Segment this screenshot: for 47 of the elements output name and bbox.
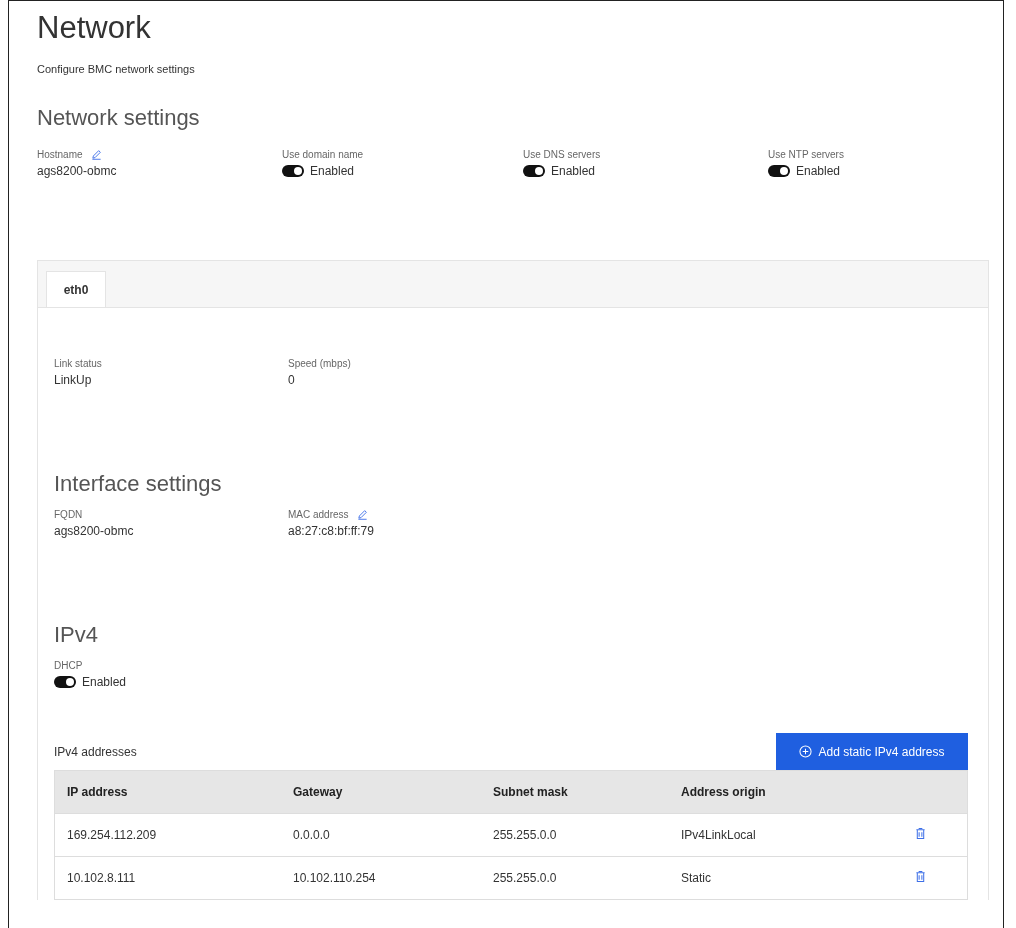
add-address-button[interactable]: Add static IPv4 address bbox=[776, 733, 968, 770]
table-cell: Static bbox=[669, 856, 903, 900]
section-heading: IPv4 bbox=[54, 622, 100, 648]
toggle-switch[interactable] bbox=[54, 676, 76, 688]
plus-circle-icon bbox=[799, 745, 813, 758]
section-heading: Interface settings bbox=[54, 471, 223, 497]
toggle-state: Enabled bbox=[310, 164, 355, 178]
page-title: Network bbox=[37, 9, 152, 47]
pencil-icon[interactable] bbox=[356, 509, 368, 520]
field-value: LinkUp bbox=[54, 373, 93, 387]
delete-icon[interactable] bbox=[915, 827, 926, 840]
toggle-state: Enabled bbox=[551, 164, 596, 178]
field-label: Hostname bbox=[37, 149, 83, 160]
column-header: Address origin bbox=[669, 770, 903, 814]
section-heading: Network settings bbox=[37, 105, 201, 131]
delete-icon[interactable] bbox=[915, 870, 926, 883]
table-cell: 169.254.112.209 bbox=[54, 813, 281, 857]
table-cell: 0.0.0.0 bbox=[281, 813, 481, 857]
table-cell: 255.255.0.0 bbox=[481, 856, 669, 900]
field-value: 0 bbox=[288, 373, 296, 387]
toggle-switch[interactable] bbox=[768, 165, 790, 177]
column-header: Subnet mask bbox=[481, 770, 669, 814]
table-cell: IPv4LinkLocal bbox=[669, 813, 903, 857]
column-header: Gateway bbox=[281, 770, 481, 814]
field-label: Use NTP servers bbox=[768, 149, 844, 160]
column-header: IP address bbox=[54, 770, 281, 814]
field-label: FQDN bbox=[54, 509, 83, 520]
field-label: MAC address bbox=[288, 509, 349, 520]
toggle-switch[interactable] bbox=[523, 165, 545, 177]
table-cell: 255.255.0.0 bbox=[481, 813, 669, 857]
toggle-state: Enabled bbox=[82, 675, 127, 689]
field-label: DHCP bbox=[54, 660, 84, 671]
field-label: Use domain name bbox=[282, 149, 364, 160]
field-label: Link status bbox=[54, 358, 102, 369]
field-value: a8:27:c8:bf:ff:79 bbox=[288, 524, 375, 538]
field-value: ags8200-obmc bbox=[37, 164, 118, 178]
interface-tab[interactable]: eth0 bbox=[46, 271, 106, 307]
table-caption: IPv4 addresses bbox=[54, 744, 137, 759]
field-value: ags8200-obmc bbox=[54, 524, 135, 538]
table-cell: 10.102.8.111 bbox=[54, 856, 281, 900]
field-label: Use DNS servers bbox=[523, 149, 601, 160]
toggle-switch[interactable] bbox=[282, 165, 304, 177]
page-subtitle: Configure BMC network settings bbox=[37, 63, 196, 75]
pencil-icon[interactable] bbox=[90, 149, 102, 160]
field-label: Speed (mbps) bbox=[288, 358, 351, 369]
table-cell: 10.102.110.254 bbox=[281, 856, 481, 900]
toggle-state: Enabled bbox=[796, 164, 841, 178]
